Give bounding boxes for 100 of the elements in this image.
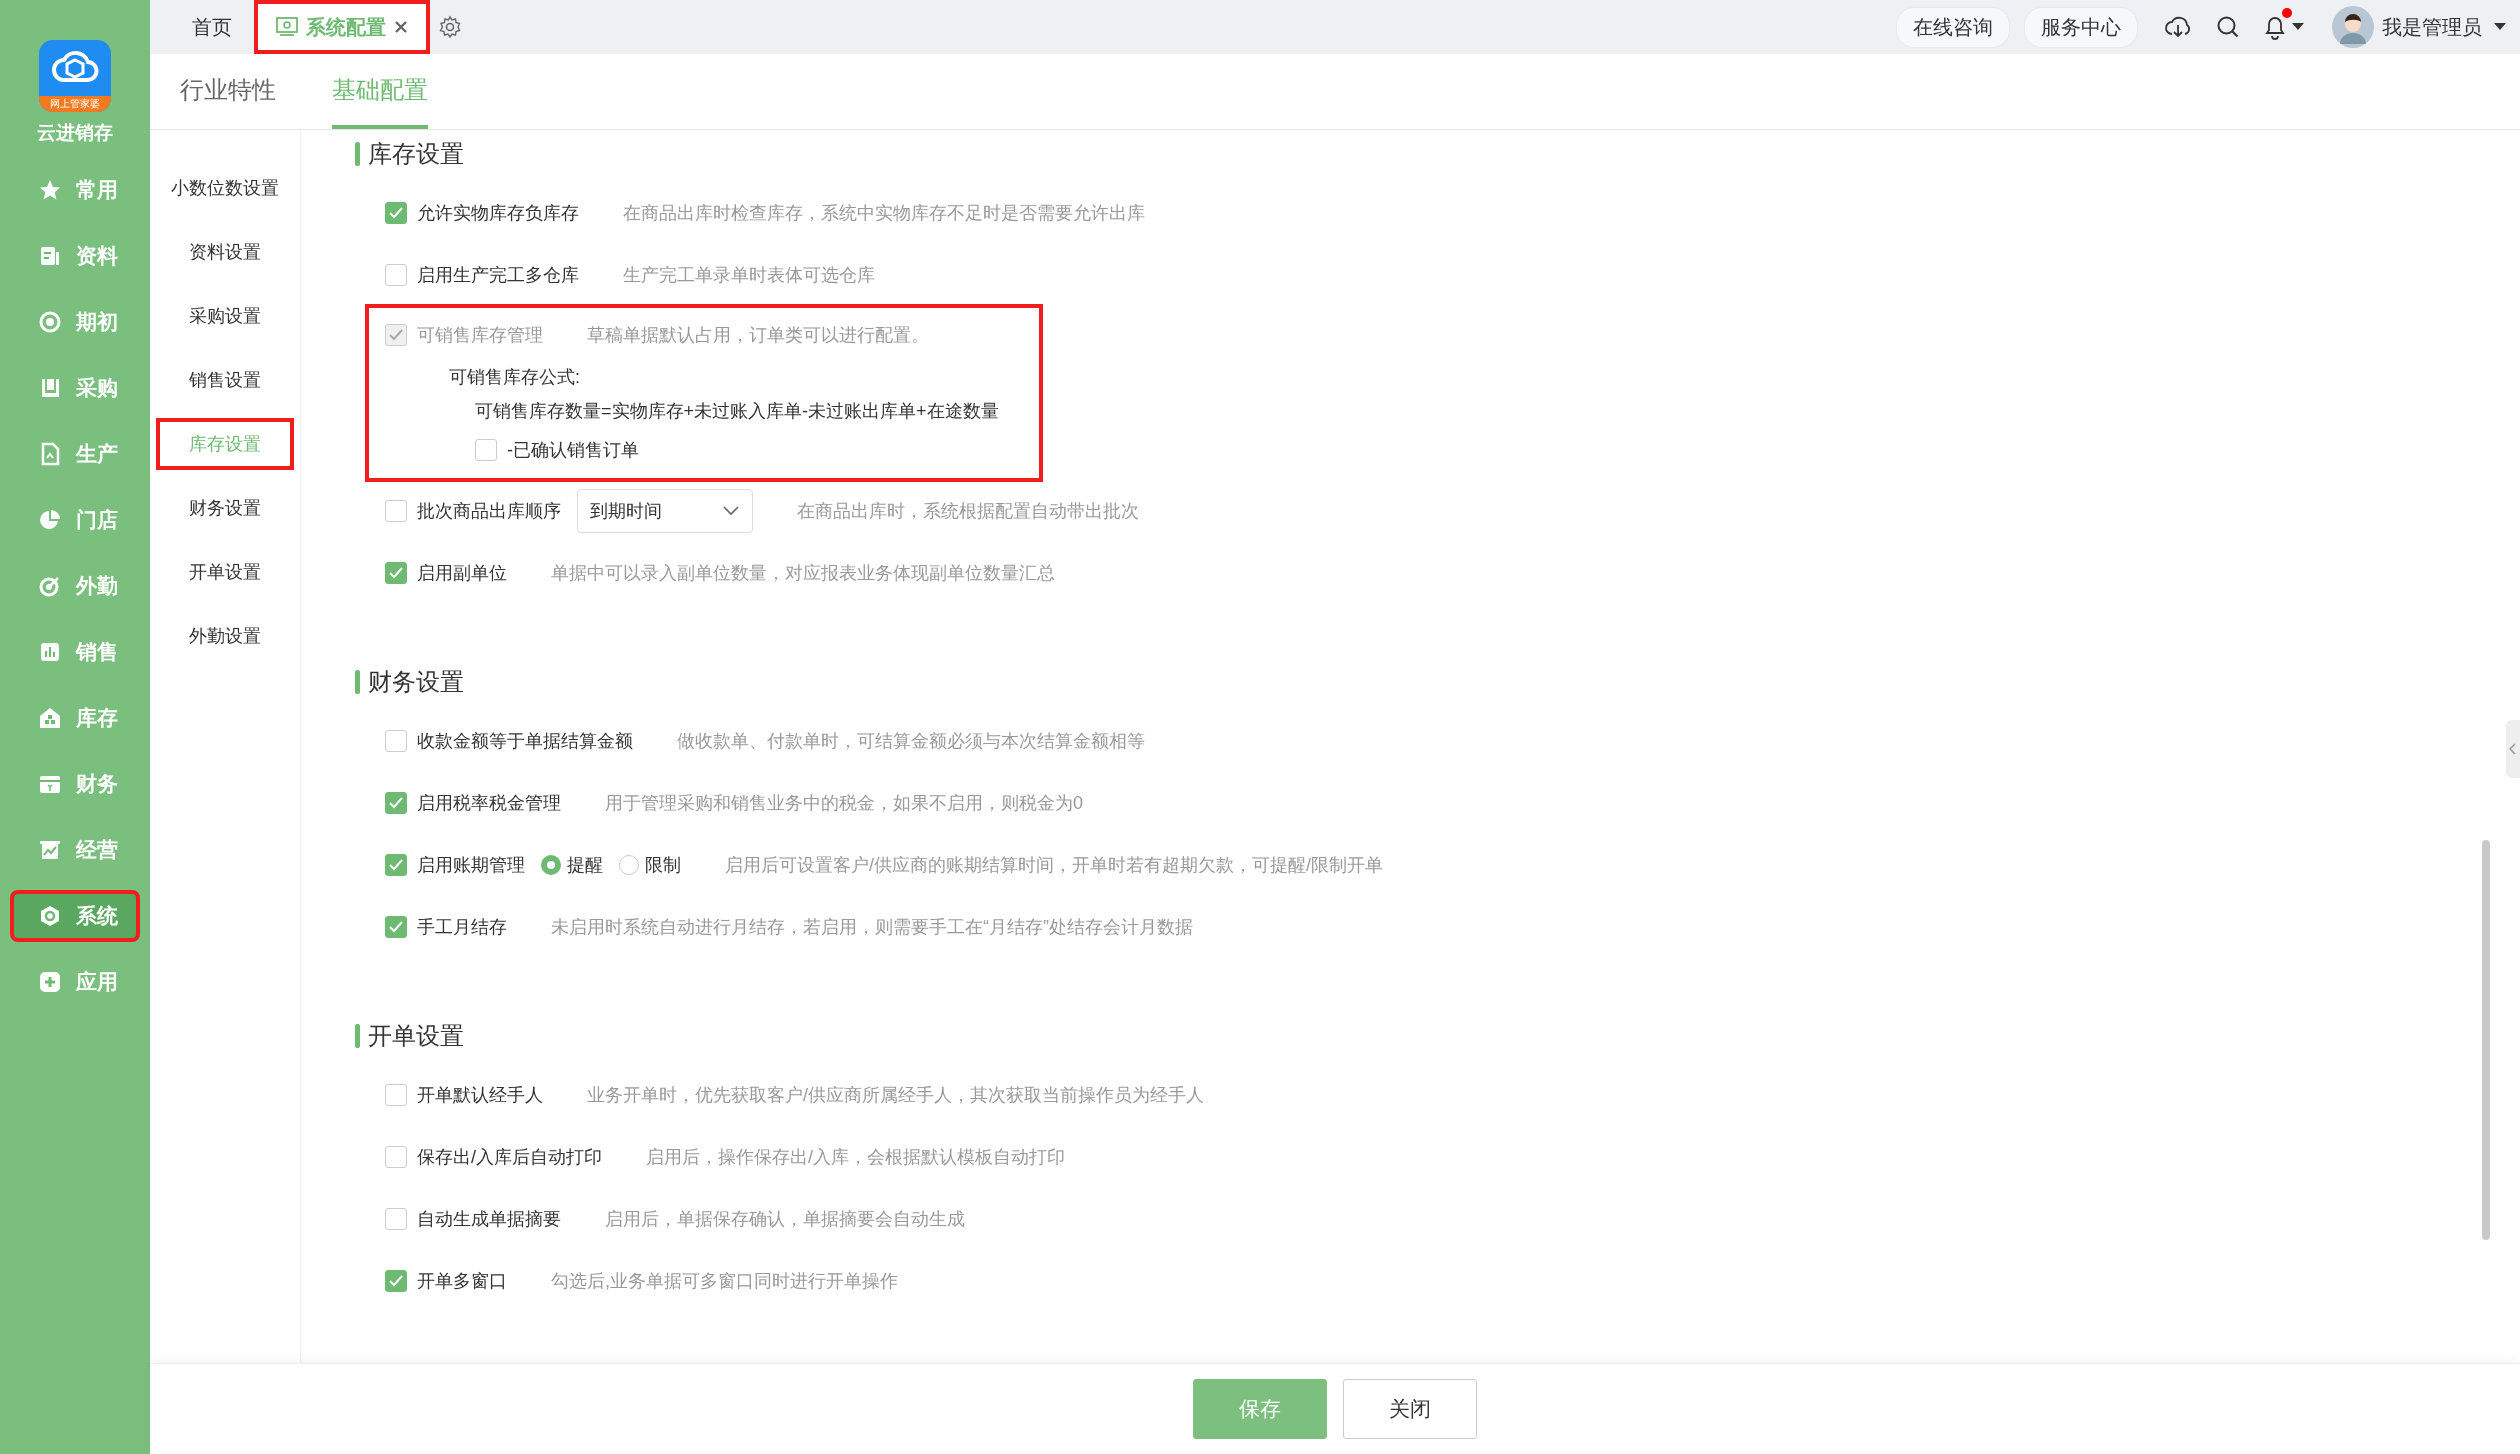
section-title: 库存设置	[368, 139, 464, 169]
option-description: 启用后可设置客户/供应商的账期结算时间，开单时若有超期欠款，可提醒/限制开单	[725, 854, 1383, 877]
sidebar-item[interactable]: 系统	[10, 890, 140, 942]
search-icon[interactable]	[2216, 15, 2240, 39]
option-label: 开单默认经手人	[417, 1084, 543, 1107]
checkmark-icon	[388, 919, 404, 935]
save-button[interactable]: 保存	[1193, 1379, 1327, 1439]
monitor-icon	[276, 17, 298, 37]
checkmark-icon	[388, 327, 404, 343]
settings-nav-item[interactable]: 财务设置	[179, 484, 271, 532]
radio-button[interactable]	[619, 855, 639, 875]
scrollbar-thumb[interactable]	[2482, 840, 2490, 1240]
option-description: 未启用时系统自动进行月结存，若启用，则需要手工在“月结存”处结存会计月数据	[551, 916, 1193, 939]
option-label: 启用生产完工多仓库	[417, 264, 579, 287]
checkmark-icon	[388, 1273, 404, 1289]
option-label: 收款金额等于单据结算金额	[417, 730, 633, 753]
chevron-down-icon	[722, 505, 740, 517]
sidebar-item[interactable]: 常用	[10, 164, 140, 216]
document-icon	[38, 244, 62, 268]
star-icon	[38, 178, 62, 202]
bar-chart-icon	[38, 640, 62, 664]
settings-nav-item[interactable]: 小数位数设置	[161, 164, 289, 212]
radio-label: 提醒	[567, 854, 603, 877]
sidebar-item[interactable]: 财务	[10, 758, 140, 810]
option-description: 做收款单、付款单时，可结算金额必须与本次结算金额相等	[677, 730, 1145, 753]
page-tab[interactable]: 首页	[170, 0, 254, 54]
chevron-left-icon	[2509, 743, 2517, 755]
header-button[interactable]: 服务中心	[2024, 6, 2138, 48]
option-label: 批次商品出库顺序	[417, 500, 561, 523]
checkbox[interactable]	[385, 1208, 407, 1230]
checkbox[interactable]	[385, 500, 407, 522]
option-description: 单据中可以录入副单位数量，对应报表业务体现副单位数量汇总	[551, 562, 1055, 585]
target-icon	[38, 574, 62, 598]
hexagon-icon	[38, 904, 62, 928]
close-button[interactable]: 关闭	[1343, 1379, 1477, 1439]
page-tab[interactable]: 系统配置	[254, 0, 430, 54]
sidebar-item[interactable]: 采购	[10, 362, 140, 414]
section-title: 财务设置	[368, 667, 464, 697]
house-icon	[38, 706, 62, 730]
settings-nav-item[interactable]: 外勤设置	[179, 612, 271, 660]
select-field[interactable]: 到期时间	[577, 489, 753, 533]
option-label: 保存出/入库后自动打印	[417, 1146, 602, 1169]
settings-nav-item[interactable]: 资料设置	[179, 228, 271, 276]
settings-tab[interactable]: 行业特性	[180, 54, 276, 129]
sidebar-item[interactable]: 经营	[10, 824, 140, 876]
sidebar-item[interactable]: 门店	[10, 494, 140, 546]
checkmark-icon	[388, 795, 404, 811]
checkbox[interactable]	[385, 562, 407, 584]
checkbox[interactable]	[385, 792, 407, 814]
caret-icon[interactable]	[2494, 23, 2506, 31]
bell-icon[interactable]	[2264, 14, 2286, 40]
settings-icon[interactable]	[438, 15, 462, 39]
checkbox[interactable]	[385, 202, 407, 224]
sidebar-item[interactable]: 销售	[10, 626, 140, 678]
settings-nav-item[interactable]: 开单设置	[179, 548, 271, 596]
caret-icon[interactable]	[2292, 23, 2304, 31]
option-label: -已确认销售订单	[507, 439, 639, 462]
option-label: 允许实物库存负库存	[417, 202, 579, 225]
formula-text: 可销售库存数量=实物库存+未过账入库单-未过账出库单+在途数量	[474, 400, 1000, 423]
option-description: 启用后，单据保存确认，单据摘要会自动生成	[605, 1208, 965, 1231]
user-name[interactable]: 我是管理员	[2382, 13, 2482, 41]
option-description: 草稿单据默认占用，订单类可以进行配置。	[587, 324, 929, 347]
sidebar-item[interactable]: 外勤	[10, 560, 140, 612]
sidebar-item[interactable]: 应用	[10, 956, 140, 1008]
collapse-handle[interactable]	[2506, 720, 2520, 778]
checkbox[interactable]	[385, 854, 407, 876]
plus-icon	[38, 970, 62, 994]
option-description: 勾选后,业务单据可多窗口同时进行开单操作	[551, 1270, 898, 1293]
sidebar-item[interactable]: 生产	[10, 428, 140, 480]
checkmark-icon	[388, 205, 404, 221]
settings-nav-item[interactable]: 库存设置	[158, 420, 292, 468]
option-description: 在商品出库时检查库存，系统中实物库存不足时是否需要允许出库	[623, 202, 1145, 225]
option-label: 自动生成单据摘要	[417, 1208, 561, 1231]
avatar-icon[interactable]	[2332, 6, 2374, 48]
checkmark-icon	[388, 565, 404, 581]
cloud-download-icon[interactable]	[2164, 15, 2192, 39]
header-button[interactable]: 在线咨询	[1896, 6, 2010, 48]
option-description: 用于管理采购和销售业务中的税金，如果不启用，则税金为0	[605, 792, 1083, 815]
option-label: 手工月结存	[417, 916, 507, 939]
sidebar-item[interactable]: 库存	[10, 692, 140, 744]
settings-tab[interactable]: 基础配置	[332, 54, 428, 129]
section-marker	[355, 670, 360, 694]
sidebar-item[interactable]: 期初	[10, 296, 140, 348]
checkbox[interactable]	[385, 730, 407, 752]
chart-icon	[38, 838, 62, 862]
checkbox[interactable]	[385, 1146, 407, 1168]
option-label: 启用税率税金管理	[417, 792, 561, 815]
radio-button[interactable]	[541, 855, 561, 875]
checkbox[interactable]	[385, 1084, 407, 1106]
checkbox[interactable]	[385, 1270, 407, 1292]
app-name: 云进销存	[37, 121, 113, 145]
option-label: 开单多窗口	[417, 1270, 507, 1293]
option-label: 启用账期管理	[417, 854, 525, 877]
checkbox[interactable]	[385, 916, 407, 938]
sidebar-item[interactable]: 资料	[10, 230, 140, 282]
checkbox[interactable]	[385, 264, 407, 286]
option-description: 启用后，操作保存出/入库，会根据默认模板自动打印	[646, 1146, 1066, 1169]
settings-nav-item[interactable]: 采购设置	[179, 292, 271, 340]
close-icon[interactable]	[394, 20, 408, 34]
settings-nav-item[interactable]: 销售设置	[179, 356, 271, 404]
